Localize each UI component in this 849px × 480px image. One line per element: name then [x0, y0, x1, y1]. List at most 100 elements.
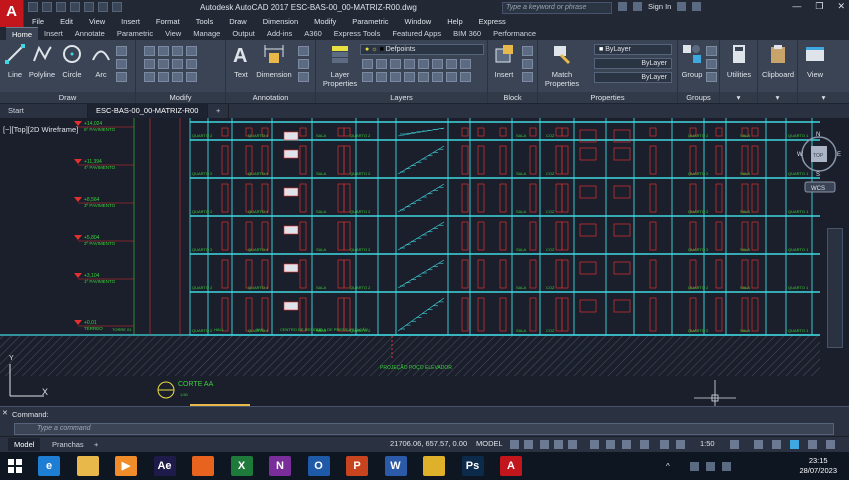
selection-cycling-icon[interactable] [640, 440, 649, 449]
menu-express[interactable]: Express [471, 16, 514, 27]
line-button[interactable]: Line [4, 43, 26, 79]
offset-icon[interactable] [186, 72, 197, 82]
leader-icon[interactable] [298, 46, 309, 56]
start-tab[interactable]: Start [0, 104, 88, 118]
block-attr-icon[interactable] [522, 72, 533, 82]
ribbon-tab-parametric[interactable]: Parametric [111, 27, 159, 40]
hatch-icon[interactable] [116, 59, 127, 69]
gradient-icon[interactable] [116, 72, 127, 82]
match-properties-button[interactable]: Match Properties [542, 43, 582, 88]
model-tab[interactable]: Model [8, 438, 41, 451]
clipboard-panel-title[interactable]: ▾ [758, 92, 797, 103]
rectangle-icon[interactable] [116, 46, 127, 56]
menu-file[interactable]: File [24, 16, 52, 27]
autocad-icon[interactable]: A [500, 456, 522, 476]
menu-dimension[interactable]: Dimension [255, 16, 306, 27]
ribbon-tab-add-ins[interactable]: Add-ins [261, 27, 298, 40]
system-clock[interactable]: 23:15 28/07/2023 [799, 456, 837, 476]
drawing-viewport[interactable]: QUARTO 2 QUARTO 1 SALA QUARTO 2 SALA COZ QUART… [0, 118, 849, 406]
clean-screen-icon[interactable] [808, 440, 817, 449]
auto-scale-icon[interactable] [676, 440, 685, 449]
array-icon[interactable] [172, 72, 183, 82]
menu-insert[interactable]: Insert [113, 16, 148, 27]
scale-icon[interactable] [158, 72, 169, 82]
firefox-icon[interactable] [192, 456, 214, 476]
layer-tool-4-icon[interactable] [404, 59, 415, 69]
workspace-gear-icon[interactable] [730, 440, 739, 449]
powerpoint-icon[interactable]: P [346, 456, 368, 476]
layer-tool-7-icon[interactable] [446, 59, 457, 69]
add-layout-button[interactable]: + [88, 438, 104, 451]
clipboard-button[interactable]: Clipboard [760, 43, 796, 79]
after-effects-icon[interactable]: Ae [153, 456, 176, 476]
word-icon[interactable]: W [384, 456, 407, 476]
edit-block-icon[interactable] [522, 59, 533, 69]
ribbon-tab-output[interactable]: Output [226, 27, 261, 40]
layer-tool-1-icon[interactable] [362, 59, 373, 69]
utilities-button[interactable]: Utilities [722, 43, 756, 79]
fillet-icon[interactable] [172, 59, 183, 69]
volume-icon[interactable] [706, 462, 715, 471]
menu-view[interactable]: View [81, 16, 113, 27]
menu-modify[interactable]: Modify [306, 16, 344, 27]
insert-block-button[interactable]: Insert [492, 43, 516, 79]
menu-draw[interactable]: Draw [221, 16, 255, 27]
customization-icon[interactable] [826, 440, 835, 449]
model-space-button[interactable]: MODEL [476, 439, 503, 448]
restore-button[interactable]: ❐ [815, 1, 823, 12]
save-icon[interactable] [56, 2, 66, 12]
layer-tool-5-icon[interactable] [418, 59, 429, 69]
outlook-icon[interactable]: O [307, 456, 330, 476]
table-icon[interactable] [298, 59, 309, 69]
polar-icon[interactable] [554, 440, 563, 449]
application-menu-button[interactable]: A [0, 0, 24, 27]
layer-properties-button[interactable]: Layer Properties [322, 43, 358, 88]
linear-icon[interactable] [298, 72, 309, 82]
ungroup-icon[interactable] [706, 46, 717, 56]
ribbon-tab-view[interactable]: View [159, 27, 187, 40]
erase-icon[interactable] [186, 46, 197, 56]
menu-format[interactable]: Format [148, 16, 188, 27]
ribbon-tab-express-tools[interactable]: Express Tools [328, 27, 387, 40]
new-tab-button[interactable]: + [208, 104, 230, 118]
plot-icon[interactable] [84, 2, 94, 12]
layer-dropdown[interactable]: ● ☼ ■ Defpoints [360, 44, 484, 55]
snap-icon[interactable] [524, 440, 533, 449]
close-button[interactable]: ✕ [837, 1, 845, 12]
ribbon-tab-bim-360[interactable]: BIM 360 [447, 27, 487, 40]
copy-icon[interactable] [144, 59, 155, 69]
view-panel-title[interactable]: ▾ [798, 92, 849, 103]
layer-tool-9-icon[interactable] [362, 72, 373, 82]
modify-panel-title[interactable]: Modify [136, 92, 225, 103]
layer-tool-11-icon[interactable] [390, 72, 401, 82]
new-icon[interactable] [28, 2, 38, 12]
explode-icon[interactable] [186, 59, 197, 69]
photoshop-icon[interactable]: Ps [461, 456, 484, 476]
navigation-bar[interactable] [827, 228, 843, 348]
binoculars-icon[interactable] [618, 2, 627, 11]
menu-help[interactable]: Help [439, 16, 470, 27]
open-icon[interactable] [42, 2, 52, 12]
group-select-icon[interactable] [706, 72, 717, 82]
ribbon-tab-manage[interactable]: Manage [187, 27, 226, 40]
ribbon-tab-performance[interactable]: Performance [487, 27, 542, 40]
layer-tool-14-icon[interactable] [432, 72, 443, 82]
utilities-panel-title[interactable]: ▾ [720, 92, 757, 103]
layers-panel-title[interactable]: Layers [316, 92, 487, 103]
view-button[interactable]: View [804, 43, 826, 79]
polyline-button[interactable]: Polyline [28, 43, 56, 79]
system-tray-arrow-icon[interactable]: ^ [666, 462, 670, 471]
ribbon-tab-annotate[interactable]: Annotate [69, 27, 111, 40]
layer-tool-16-icon[interactable] [460, 72, 471, 82]
annotation-monitor-icon[interactable] [754, 440, 763, 449]
isolate-objects-icon[interactable] [772, 440, 781, 449]
arc-button[interactable]: Arc [90, 43, 112, 79]
group-button[interactable]: Group [680, 43, 704, 79]
layer-tool-12-icon[interactable] [404, 72, 415, 82]
quick-access-toolbar[interactable] [28, 2, 122, 12]
text-button[interactable]: A Text [230, 43, 252, 79]
windows-start-icon[interactable] [8, 459, 22, 473]
exchange-icon[interactable] [677, 2, 687, 11]
search-input[interactable]: Type a keyword or phrase [502, 2, 612, 14]
layer-tool-3-icon[interactable] [390, 59, 401, 69]
